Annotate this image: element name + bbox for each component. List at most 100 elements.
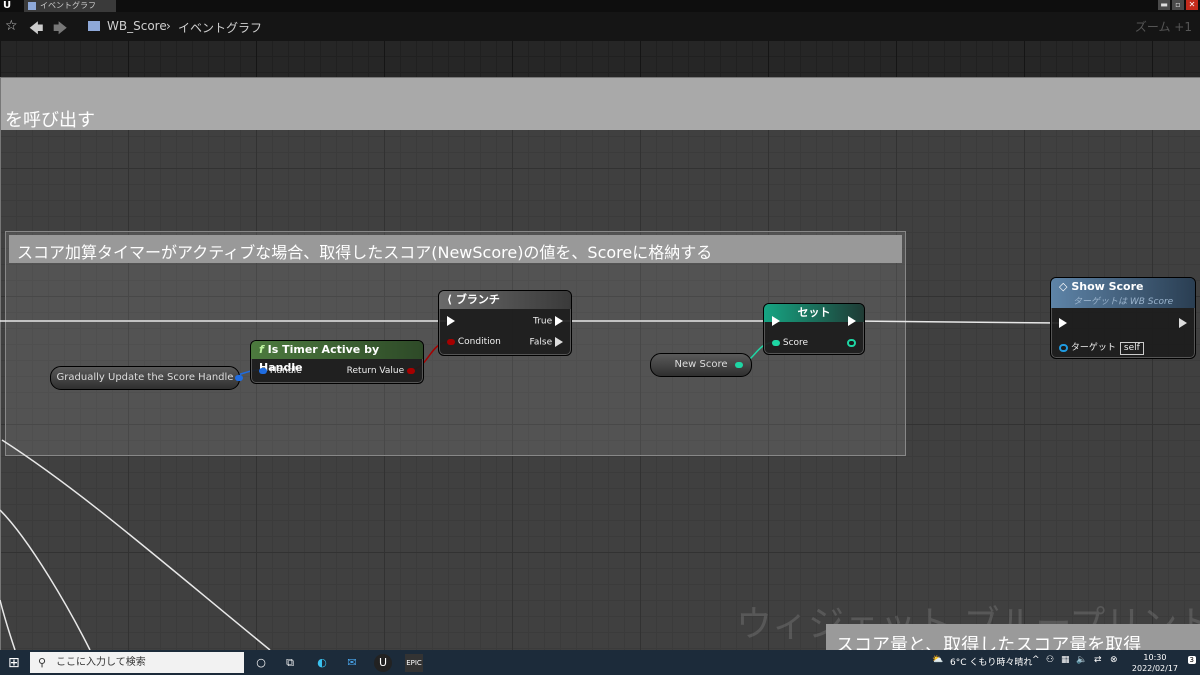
target-input-pin[interactable]: ターゲット self	[1059, 340, 1144, 355]
pin-label: Return Value	[346, 366, 405, 376]
false-exec-pin[interactable]: False	[530, 337, 563, 348]
exec-pin-icon	[772, 316, 780, 326]
wires-layer	[0, 320, 1061, 650]
tab-event-graph[interactable]: イベントグラフ	[24, 0, 116, 12]
restore-button[interactable]: ▫	[1172, 0, 1184, 10]
pin-label: ターゲット	[1070, 343, 1116, 353]
taskbar-clock[interactable]: 10:30 2022/02/17	[1132, 652, 1178, 674]
tray-chevron-up-icon[interactable]: ^	[1032, 655, 1040, 665]
pin-label: Score	[782, 338, 809, 348]
windows-taskbar: ⊞ ⚲ ここに入力して検索 ○ ⧉ ◐ ✉ U EPIC ⛅ 6°C くもり時々…	[0, 650, 1200, 675]
event-graph-canvas[interactable]: を呼び出す スコア加算タイマーがアクティブな場合、取得したスコア(NewScor…	[0, 40, 1200, 650]
exec-input-pin[interactable]	[447, 316, 455, 327]
exec-output-pin[interactable]	[848, 316, 856, 327]
event-diamond-icon: ◇	[1059, 280, 1068, 293]
node-title: セット	[797, 306, 831, 319]
true-exec-pin[interactable]: True	[533, 316, 563, 327]
tab-label: イベントグラフ	[40, 1, 96, 10]
node-title: Show Score	[1071, 280, 1144, 293]
back-arrow-icon[interactable]: 🡄	[29, 18, 43, 42]
node-header[interactable]: f Is Timer Active by Handle	[251, 341, 423, 374]
keyboard-icon[interactable]: ▦	[1061, 655, 1070, 665]
cortana-icon[interactable]: ○	[252, 654, 270, 672]
weather-icon[interactable]: ⛅	[932, 655, 943, 665]
exec-pin-icon	[555, 316, 563, 326]
pin-label: Condition	[457, 337, 501, 347]
breadcrumb-root[interactable]: WB_Score	[107, 19, 167, 33]
forward-arrow-icon[interactable]: 🡆	[53, 18, 67, 42]
int-pin-icon	[772, 339, 780, 346]
show-score-node[interactable]: ◇ Show Score ターゲットは WB Score ターゲット self	[1050, 277, 1196, 359]
exec-wire	[0, 509, 91, 650]
node-header[interactable]: ⟨ ブランチ	[439, 291, 571, 309]
breadcrumb-current[interactable]: イベントグラフ	[178, 19, 262, 36]
close-button[interactable]: ✕	[1186, 0, 1198, 10]
graph-icon	[28, 2, 36, 10]
exec-pin-icon	[848, 316, 856, 326]
clock-date: 2022/02/17	[1131, 664, 1178, 673]
clock-time: 10:30	[1143, 653, 1167, 662]
exec-output-pin[interactable]	[1179, 318, 1187, 329]
return-value-pin[interactable]: Return Value	[347, 366, 415, 376]
window-controls: ▬ ▫ ✕	[1158, 0, 1198, 10]
zoom-level: ズーム +1	[1134, 20, 1192, 34]
widget-blueprint-icon	[88, 21, 100, 31]
object-pin-icon	[259, 367, 267, 374]
graph-toolbar: ☆ 🡄 🡆 WB_Score › イベントグラフ ズーム +1	[0, 12, 1200, 40]
is-timer-active-node[interactable]: f Is Timer Active by Handle Handle Retur…	[250, 340, 424, 384]
condition-input-pin[interactable]: Condition	[447, 337, 501, 347]
node-subtitle: ターゲットは WB Score	[1073, 297, 1174, 307]
function-icon: f	[259, 343, 264, 356]
people-icon[interactable]: ⚇	[1046, 655, 1054, 665]
taskbar-search-box[interactable]: ⚲ ここに入力して検索	[30, 652, 244, 673]
variable-label: Gradually Update the Score Handle	[56, 372, 234, 383]
windows-start-icon[interactable]: ⊞	[8, 655, 20, 671]
mail-icon[interactable]: ✉	[343, 654, 361, 672]
exec-wire	[850, 320, 1061, 324]
score-output-pin[interactable]	[847, 338, 856, 348]
window-title-bar: U イベントグラフ ▬ ▫ ✕	[0, 0, 1200, 12]
pin-label: False	[529, 337, 553, 348]
search-placeholder: ここに入力して検索	[56, 657, 146, 668]
bool-pin-icon	[447, 338, 455, 345]
search-icon: ⚲	[38, 656, 47, 669]
variable-node-new-score[interactable]: New Score	[650, 353, 752, 377]
int-pin-icon	[847, 338, 856, 347]
disabled-icon[interactable]: ⊗	[1110, 655, 1118, 665]
object-pin-icon	[1059, 343, 1068, 352]
exec-wire	[0, 599, 16, 650]
exec-pin-icon	[1179, 318, 1187, 328]
network-icon[interactable]: ⇄	[1094, 655, 1102, 665]
variable-node-score-handle[interactable]: Gradually Update the Score Handle	[50, 366, 243, 390]
set-score-node[interactable]: セット Score	[763, 303, 865, 355]
unreal-logo-icon: U	[3, 0, 12, 11]
handle-input-pin[interactable]: Handle	[259, 366, 302, 376]
volume-icon[interactable]: 🔈	[1076, 655, 1087, 665]
exec-pin-icon	[1059, 318, 1067, 328]
pin-label: Handle	[269, 366, 302, 376]
weather-text[interactable]: 6°C くもり時々晴れ	[950, 655, 1032, 668]
exec-pin-icon	[555, 337, 563, 347]
self-default-value: self	[1119, 342, 1144, 355]
bool-pin-icon	[407, 367, 415, 374]
branch-icon: ⟨	[447, 293, 453, 306]
score-input-pin[interactable]: Score	[772, 338, 808, 348]
exec-input-pin[interactable]	[1059, 318, 1067, 329]
exec-pin-icon	[447, 316, 455, 326]
output-pin-int[interactable]	[735, 362, 743, 368]
output-pin-object[interactable]	[235, 375, 243, 381]
pin-label: True	[533, 316, 553, 327]
notification-badge[interactable]: 3	[1187, 656, 1196, 664]
unreal-engine-taskbar-icon[interactable]: U	[374, 654, 392, 672]
edge-browser-icon[interactable]: ◐	[313, 654, 331, 672]
epic-launcher-icon[interactable]: EPIC	[405, 654, 423, 672]
task-view-icon[interactable]: ⧉	[281, 654, 299, 672]
node-title: ブランチ	[455, 293, 500, 306]
star-icon[interactable]: ☆	[5, 18, 18, 34]
minimize-button[interactable]: ▬	[1158, 0, 1170, 10]
exec-wire	[1, 439, 271, 650]
node-header[interactable]: ◇ Show Score ターゲットは WB Score	[1051, 278, 1195, 308]
variable-label: New Score	[674, 359, 728, 370]
branch-node[interactable]: ⟨ ブランチ True Condition False	[438, 290, 572, 356]
exec-input-pin[interactable]	[772, 316, 780, 327]
